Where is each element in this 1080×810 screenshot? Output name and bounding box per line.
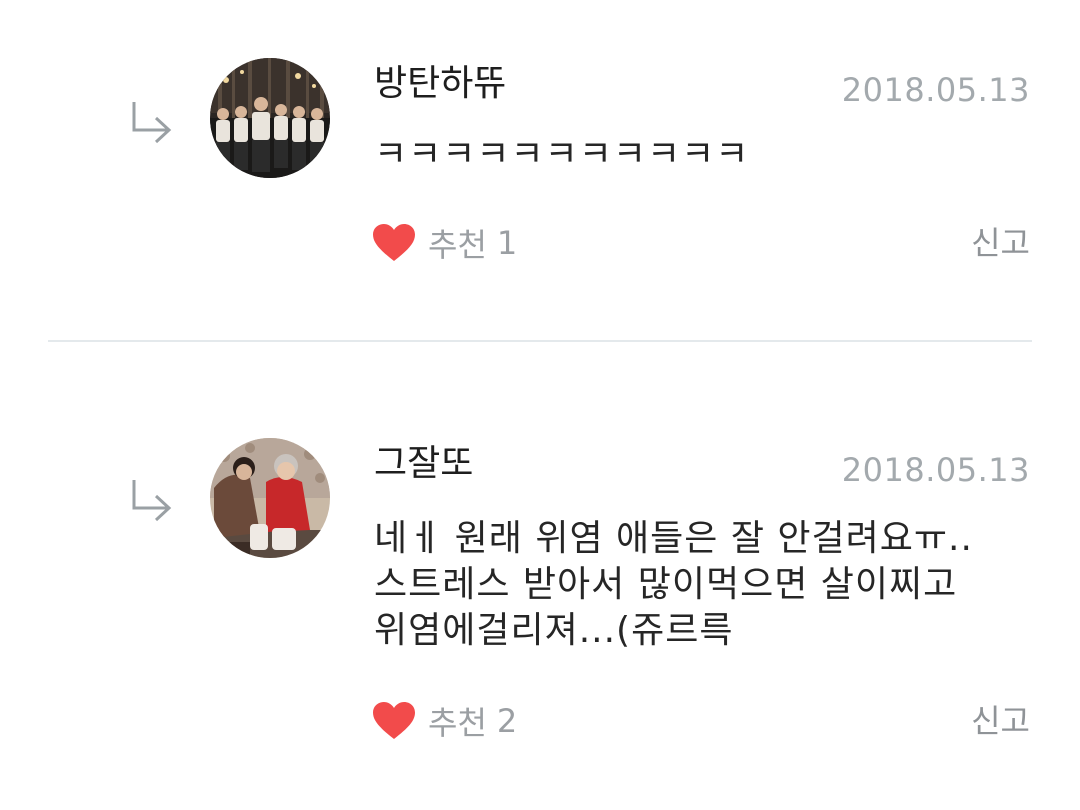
reply-arrow-icon xyxy=(132,102,172,144)
heart-icon xyxy=(373,702,415,739)
comment-date: 2018.05.13 xyxy=(841,451,1030,489)
comment-author[interactable]: 그잘또 xyxy=(374,442,473,486)
avatar[interactable] xyxy=(210,438,330,558)
comment-divider xyxy=(48,340,1032,342)
heart-icon xyxy=(373,224,415,261)
like-label: 추천 xyxy=(428,226,487,264)
like-button[interactable]: 추천 1 xyxy=(372,221,517,265)
report-button[interactable]: 신고 xyxy=(971,699,1030,743)
like-count: 1 xyxy=(496,224,518,262)
avatar[interactable] xyxy=(210,58,330,178)
reply-arrow-icon xyxy=(132,480,172,522)
like-button[interactable]: 추천 2 xyxy=(372,699,517,743)
like-count: 2 xyxy=(496,702,518,740)
comment-date: 2018.05.13 xyxy=(841,71,1030,109)
comment-text: ㅋㅋㅋㅋㅋㅋㅋㅋㅋㅋㅋ xyxy=(374,132,1054,178)
comment-text-line: 스트레스 받아서 많이먹으면 살이찌고 xyxy=(374,564,958,605)
comment-text-line: ㅋㅋㅋㅋㅋㅋㅋㅋㅋㅋㅋ xyxy=(374,134,750,175)
comment-text-line: 위염에걸리져...(쥬르륵 xyxy=(374,610,734,651)
reply-comment: 방탄하뜌 2018.05.13 ㅋㅋㅋㅋㅋㅋㅋㅋㅋㅋㅋ 추천 1 신고 xyxy=(0,0,1080,340)
group-photo-avatar xyxy=(210,58,330,178)
duo-photo-avatar xyxy=(210,438,330,558)
comment-text: 네ㅔ 원래 위염 애들은 잘 안걸려요ㅠ.. 스트레스 받아서 많이먹으면 살이… xyxy=(374,516,1054,654)
comment-text-line: 네ㅔ 원래 위염 애들은 잘 안걸려요ㅠ.. xyxy=(374,518,973,559)
like-label: 추천 xyxy=(428,704,487,742)
comment-author[interactable]: 방탄하뜌 xyxy=(374,62,506,106)
report-button[interactable]: 신고 xyxy=(971,221,1030,265)
